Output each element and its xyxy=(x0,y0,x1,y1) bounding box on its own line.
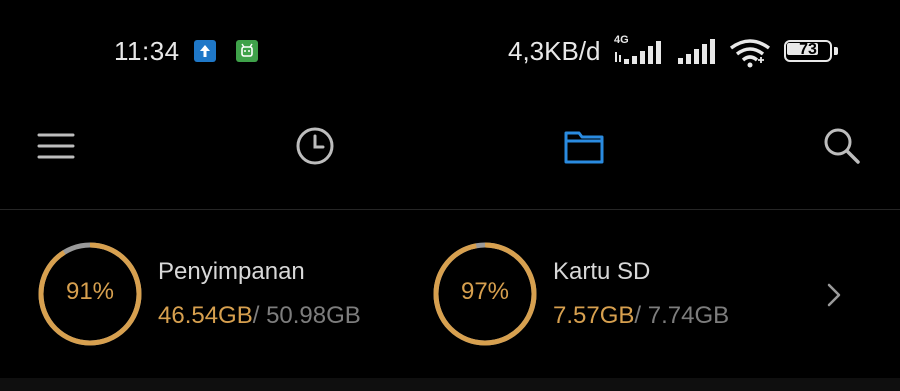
storage-card-internal[interactable]: 91% Penyimpanan 46.54GB/ 50.98GB xyxy=(36,240,396,350)
battery-icon: 73 xyxy=(784,40,840,64)
mobile-signal-4g-icon: 4G xyxy=(614,34,672,66)
storage-percent: 97% xyxy=(460,278,510,305)
storage-total: / 7.74GB xyxy=(634,302,730,329)
network-speed: 4,3KB/d xyxy=(508,36,601,66)
menu-icon xyxy=(37,133,75,159)
storage-card-sd[interactable]: 97% Kartu SD 7.57GB/ 7.74GB xyxy=(431,240,791,350)
storage-name: Penyimpanan xyxy=(158,258,305,285)
toolbar-divider xyxy=(0,209,900,210)
search-icon xyxy=(824,128,860,164)
chevron-right-icon[interactable] xyxy=(820,280,848,310)
wifi-icon xyxy=(728,38,772,68)
mobile-signal-icon xyxy=(678,38,722,64)
files-button[interactable] xyxy=(554,110,614,182)
status-bar: 11:34 4,3KB/d 4G 73 xyxy=(0,0,900,100)
clock-time: 11:34 xyxy=(114,36,180,66)
next-section-edge xyxy=(0,378,900,391)
android-notification-icon xyxy=(236,40,258,62)
storage-total: / 50.98GB xyxy=(252,302,361,329)
recent-button[interactable] xyxy=(285,110,345,182)
clock-icon xyxy=(296,127,334,165)
storage-name: Kartu SD xyxy=(553,258,651,285)
folder-icon xyxy=(564,131,604,164)
menu-button[interactable] xyxy=(26,110,86,182)
upload-notification-icon xyxy=(194,40,216,62)
storage-size: 7.57GB/ 7.74GB xyxy=(553,302,729,330)
search-button[interactable] xyxy=(812,110,872,182)
battery-level: 73 xyxy=(799,41,817,58)
top-toolbar xyxy=(0,110,900,190)
storage-percent: 91% xyxy=(65,278,115,305)
battery-tip xyxy=(834,47,838,55)
storage-used: 46.54GB xyxy=(158,302,253,329)
storage-used: 7.57GB xyxy=(553,302,635,329)
storage-size: 46.54GB/ 50.98GB xyxy=(158,302,361,330)
